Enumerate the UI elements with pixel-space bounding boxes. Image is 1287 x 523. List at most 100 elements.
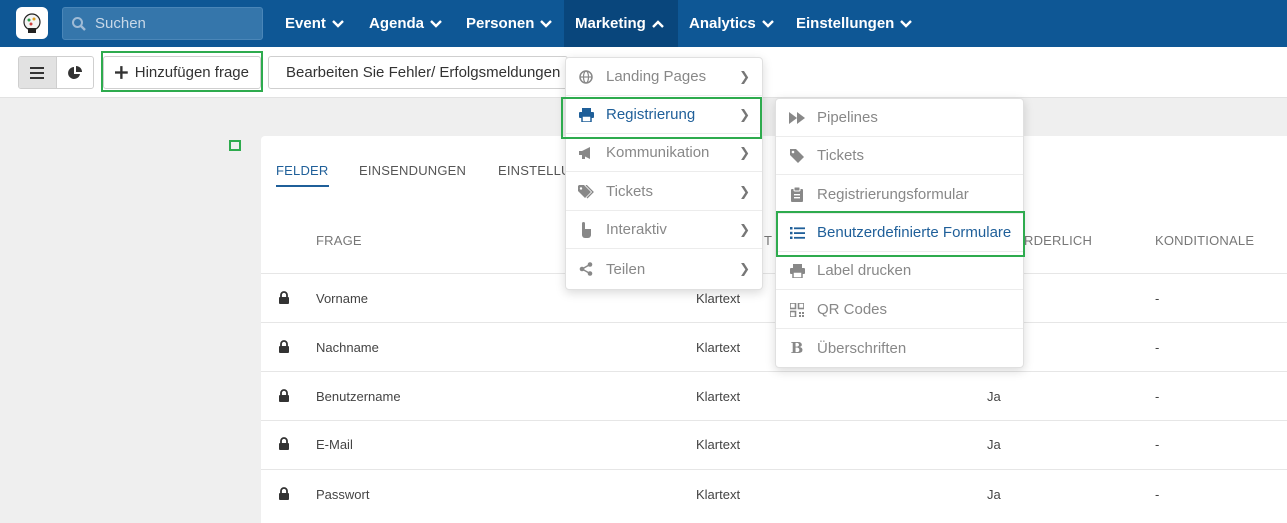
chevron-right-icon: ❯ — [739, 68, 750, 84]
column-header-type[interactable]: T — [764, 233, 772, 248]
nav-analytics[interactable]: Analytics — [678, 0, 785, 47]
bold-icon: B — [790, 339, 804, 357]
chevron-right-icon: ❯ — [739, 183, 750, 199]
type-cell: Klartext — [696, 487, 741, 502]
search-icon — [72, 16, 86, 31]
menu-icon — [30, 66, 45, 79]
table-row[interactable]: Nachname Klartext - — [261, 322, 1287, 371]
column-header-question[interactable]: FRAGE — [316, 233, 362, 248]
tab-einstellungen[interactable]: EINSTELLU — [498, 163, 571, 178]
menu-item-label: Landing Pages — [606, 68, 707, 85]
menu-item-label: Teilen — [606, 260, 646, 278]
add-question-button[interactable]: Hinzufügen frage — [103, 56, 261, 89]
menu-item-kommunikation[interactable]: Kommunikation ❯ — [566, 134, 762, 172]
menu-item-label: QR Codes — [817, 301, 888, 318]
lock-icon — [279, 437, 289, 450]
nav-event[interactable]: Event — [274, 0, 355, 47]
app-logo[interactable] — [16, 7, 48, 39]
tab-einsendungen[interactable]: EINSENDUNGEN — [359, 163, 466, 178]
plus-icon — [115, 66, 128, 79]
menu-item-teilen[interactable]: Teilen ❯ — [566, 250, 762, 288]
column-header-conditional[interactable]: KONDITIONALE — [1155, 233, 1254, 248]
tag-icon — [790, 148, 804, 163]
lock-icon — [279, 389, 289, 402]
table-row[interactable]: Benutzername Klartext Ja - — [261, 371, 1287, 420]
menu-item-tickets-sub[interactable]: Tickets — [776, 137, 1023, 175]
nav-analytics-label: Analytics — [689, 15, 756, 32]
table-row[interactable]: Passwort Klartext Ja - — [261, 469, 1287, 518]
conditional-cell: - — [1155, 291, 1160, 306]
print-icon — [789, 263, 805, 278]
required-cell: Ja — [987, 389, 1001, 404]
menu-item-tickets[interactable]: Tickets ❯ — [566, 173, 762, 211]
question-cell: Vorname — [316, 291, 369, 306]
nav-personen-label: Personen — [466, 15, 535, 32]
menu-item-registrierungsformular[interactable]: Registrierungsformular — [776, 176, 1023, 214]
question-cell: Passwort — [316, 487, 370, 502]
question-cell: Benutzername — [316, 389, 401, 404]
conditional-cell: - — [1155, 340, 1160, 355]
menu-item-label-drucken[interactable]: Label drucken — [776, 252, 1023, 290]
nav-personen[interactable]: Personen — [455, 0, 563, 47]
add-question-label: Hinzufügen frage — [134, 64, 249, 81]
menu-item-benutzerdefinierte-formulare[interactable]: Benutzerdefinierte Formulare — [776, 214, 1023, 252]
menu-item-ueberschriften[interactable]: B Überschriften — [776, 329, 1023, 367]
chevron-down-icon — [900, 19, 913, 28]
conditional-cell: - — [1155, 389, 1160, 404]
chevron-right-icon: ❯ — [739, 144, 750, 160]
menu-item-interaktiv[interactable]: Interaktiv ❯ — [566, 211, 762, 249]
question-cell: E-Mail — [316, 437, 353, 452]
chevron-down-icon — [540, 19, 553, 28]
question-cell: Nachname — [316, 340, 379, 355]
nav-einstellungen[interactable]: Einstellungen — [785, 0, 923, 47]
nav-einstellungen-label: Einstellungen — [796, 15, 895, 32]
chevron-right-icon: ❯ — [739, 261, 750, 276]
column-header-required[interactable]: RDERLICH — [1024, 233, 1092, 248]
menu-item-label: Benutzerdefinierte Formulare — [817, 224, 1012, 241]
search-placeholder: Suchen — [95, 15, 146, 32]
list-view-button[interactable] — [19, 57, 57, 88]
required-cell: Ja — [987, 487, 1001, 502]
top-navbar: Suchen Event Agenda Personen Marketing A… — [0, 0, 1287, 47]
chevron-down-icon — [430, 19, 442, 28]
menu-item-label: Label drucken — [817, 262, 912, 279]
table-row[interactable]: Vorname Klartext - — [261, 273, 1287, 322]
marketing-dropdown: Landing Pages ❯ Registrierung ❯ Kommunik… — [565, 57, 763, 290]
tab-felder[interactable]: FELDER — [276, 163, 329, 187]
menu-item-label: Kommunikation — [606, 144, 710, 161]
share-icon — [579, 262, 593, 276]
edit-messages-button[interactable]: Bearbeiten Sie Fehler/ Erfolgsmeldungen — [268, 56, 568, 89]
edit-messages-label: Bearbeiten Sie Fehler/ Erfolgsmeldungen — [286, 64, 561, 81]
menu-item-label: Pipelines — [817, 109, 878, 126]
nav-marketing-label: Marketing — [575, 15, 646, 32]
table-row[interactable]: E-Mail Klartext Ja - — [261, 420, 1287, 469]
chevron-up-icon — [652, 19, 664, 28]
conditional-cell: - — [1155, 487, 1160, 502]
menu-item-label: Interaktiv — [606, 221, 667, 238]
megaphone-icon — [579, 146, 590, 159]
print-icon — [578, 107, 594, 122]
type-cell: Klartext — [696, 389, 741, 404]
lock-icon — [279, 487, 289, 500]
menu-item-label: Tickets — [606, 183, 653, 200]
nav-marketing[interactable]: Marketing — [564, 0, 678, 47]
fast-forward-icon — [789, 111, 805, 124]
chevron-right-icon: ❯ — [739, 106, 750, 122]
menu-item-registrierung[interactable]: Registrierung ❯ — [566, 96, 762, 134]
type-cell: Klartext — [696, 340, 741, 355]
search-input[interactable]: Suchen — [62, 7, 263, 40]
menu-item-qr-codes[interactable]: QR Codes — [776, 291, 1023, 329]
menu-item-label: Registrierung — [606, 106, 696, 123]
menu-item-label: Überschriften — [817, 339, 907, 357]
nav-agenda[interactable]: Agenda — [358, 0, 453, 47]
menu-item-landing-pages[interactable]: Landing Pages ❯ — [566, 58, 762, 96]
type-cell: Klartext — [696, 437, 741, 452]
menu-item-pipelines[interactable]: Pipelines — [776, 99, 1023, 137]
list-icon — [789, 226, 805, 239]
type-cell: Klartext — [696, 291, 741, 306]
qrcode-icon — [790, 302, 804, 317]
chevron-right-icon: ❯ — [739, 221, 750, 237]
globe-icon — [579, 69, 593, 84]
required-cell: Ja — [987, 437, 1001, 452]
chart-view-button[interactable] — [57, 57, 94, 88]
